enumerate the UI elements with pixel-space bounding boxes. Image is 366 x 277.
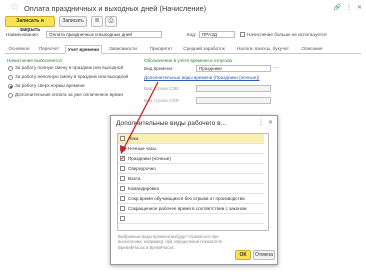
item-label: Сокр.время обучающихся без отрыва от про…	[128, 196, 245, 201]
not-used-label: Начисление больше не используется	[247, 32, 327, 37]
item-checkbox-checked[interactable]	[120, 154, 126, 162]
list-item[interactable]: Сокращенное рабочее время в соответствии…	[118, 204, 264, 214]
list-item[interactable]: Сокр.время обучающихся без отрыва от про…	[118, 194, 264, 204]
tab-average-earnings[interactable]: Средний заработок	[179, 45, 229, 54]
item-checkbox[interactable]	[120, 196, 125, 201]
dialog-note: Выбранные виды времени выбудут отражатьс…	[118, 234, 222, 250]
list-item[interactable]: Сверхурочно	[118, 164, 264, 174]
radio-partial-shift-label: За работу неполную смену в праздник или …	[15, 74, 129, 79]
tab-dependencies[interactable]: Зависимости	[104, 45, 142, 54]
tab-main[interactable]: Основное	[5, 45, 33, 54]
time-type-field[interactable]: Праздники	[196, 65, 271, 72]
save-and-close-button[interactable]: Записать и закрыть	[5, 16, 55, 33]
item-checkbox[interactable]	[120, 136, 125, 141]
tab-description[interactable]: Описание	[297, 45, 327, 54]
radio-overtime-label: За работу сверх нормы времени	[15, 83, 85, 88]
time-type-select-icon[interactable]: …	[273, 64, 279, 70]
close-icon[interactable]: ✕	[268, 119, 273, 126]
right-section-heading: Обозначение в учете времени и отпусках	[144, 58, 233, 63]
window-titlebar: ☆ Оплата праздничных и выходных дней (На…	[0, 0, 366, 17]
sfr-line-label: Вид строки СФР:	[144, 98, 180, 103]
list-item[interactable]: Вахта	[118, 174, 264, 184]
code-label: Код:	[187, 32, 197, 37]
item-label: Командировка	[128, 186, 159, 191]
name-label: Наименование:	[6, 32, 40, 37]
ok-button[interactable]: ОК	[235, 250, 251, 260]
tab-priority[interactable]: Приоритет	[145, 45, 177, 54]
item-label: Сверхурочно	[128, 166, 156, 171]
szv-line-label: Вид строки СЗВ:	[144, 86, 180, 91]
list-item[interactable]	[118, 214, 264, 224]
window-controls: 🔗 ⋮ ✕	[333, 4, 362, 11]
list-item[interactable]: Ночные часы	[118, 144, 264, 154]
additional-time-types-link[interactable]: Дополнительные виды времени (Праздники (…	[144, 75, 259, 80]
more-icon[interactable]: ⋮	[258, 119, 264, 126]
item-checkbox[interactable]	[120, 176, 125, 181]
additional-time-types-dialog: Дополнительные виды рабочего в... ⋮ ✕ Яв…	[110, 115, 278, 265]
radio-overtime[interactable]	[8, 84, 13, 89]
item-checkbox[interactable]	[120, 206, 125, 211]
time-types-list: Явка Ночные часы Праздники (ночные) Свер…	[117, 133, 269, 231]
star-icon[interactable]: ☆	[10, 3, 19, 13]
time-type-label: Вид времени:	[144, 66, 174, 71]
item-checkbox[interactable]	[120, 166, 125, 171]
item-label: Ночные часы	[128, 146, 157, 151]
toolbar: Записать и закрыть Записать ≣ ⎙	[5, 16, 363, 33]
save-button[interactable]: Записать	[59, 16, 87, 27]
dialog-title: Дополнительные виды рабочего в...	[116, 120, 227, 127]
item-checkbox[interactable]	[120, 186, 125, 191]
szv-line-field[interactable]	[196, 85, 271, 92]
item-label: Сокращенное рабочее время в соответствии…	[128, 206, 247, 211]
tab-recalc[interactable]: Пересчет	[35, 45, 63, 54]
radio-partial-shift[interactable]	[8, 75, 13, 80]
name-field[interactable]: Оплата праздничных и выходных дней	[46, 31, 162, 38]
radio-full-shift-label: За работу полную смену в праздник или вы…	[15, 65, 124, 70]
item-checkbox[interactable]	[120, 146, 125, 151]
header-row: Наименование: Оплата праздничных и выход…	[6, 31, 362, 39]
item-label: Вахта	[128, 176, 141, 181]
left-section-heading: Начисление выполняется	[7, 58, 62, 63]
report-icon[interactable]: ≣	[91, 16, 103, 27]
code-field[interactable]: ПРАЗД	[199, 31, 235, 38]
print-icon[interactable]: ⎙	[105, 16, 117, 27]
list-item[interactable]: Явка	[118, 134, 264, 144]
list-item[interactable]: Праздники (ночные)	[118, 154, 264, 164]
not-used-checkbox[interactable]	[240, 32, 245, 37]
list-item[interactable]: Командировка	[118, 184, 264, 194]
item-label: Явка	[128, 136, 139, 141]
tab-time-accounting[interactable]: Учет времени	[65, 45, 102, 54]
radio-additional-pay-label: Дополнительная оплата за уже оплаченное …	[15, 92, 123, 97]
item-checkbox[interactable]	[120, 216, 125, 221]
close-icon[interactable]: ✕	[357, 4, 362, 11]
radio-full-shift[interactable]	[8, 66, 13, 71]
sfr-line-field[interactable]	[196, 97, 271, 104]
radio-additional-pay[interactable]	[8, 93, 13, 98]
tab-taxes[interactable]: Налоги, взносы, бухучет	[232, 45, 294, 54]
window-title: Оплата праздничных и выходных дней (Начи…	[24, 4, 207, 13]
tab-bar: Основное Пересчет Учет времени Зависимос…	[5, 45, 361, 54]
cancel-button[interactable]: Отмена	[253, 250, 275, 260]
link-icon[interactable]: 🔗	[333, 4, 340, 11]
item-label: Праздники (ночные)	[128, 156, 171, 161]
more-icon[interactable]: ⋮	[346, 4, 352, 11]
